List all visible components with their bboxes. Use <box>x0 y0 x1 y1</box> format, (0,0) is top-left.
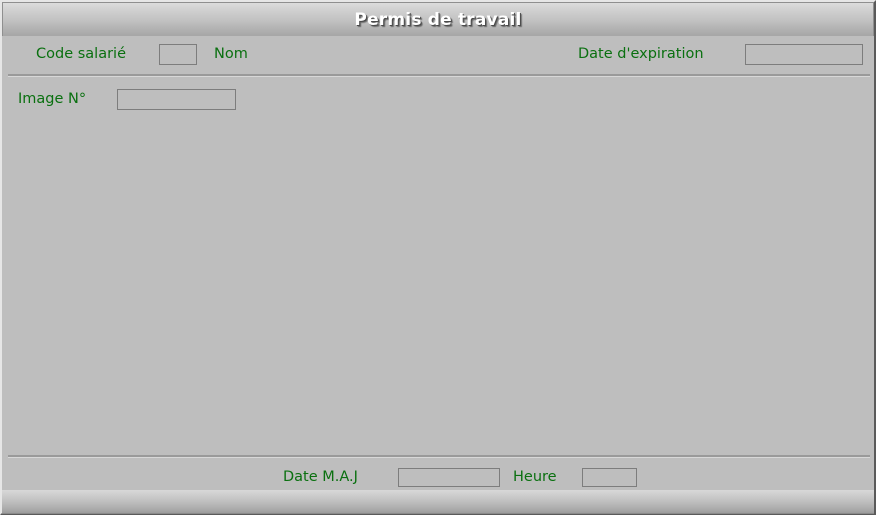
window-titlebar: Permis de travail <box>2 2 874 36</box>
date-maj-input[interactable] <box>398 468 500 487</box>
header-section <box>2 36 874 74</box>
window-status-bar <box>2 490 874 514</box>
header-divider <box>8 74 870 77</box>
image-number-label: Image N° <box>18 91 87 107</box>
nom-label: Nom <box>214 46 248 62</box>
code-salarie-label: Code salarié <box>36 46 126 62</box>
heure-label: Heure <box>513 469 557 485</box>
header-content <box>2 36 874 74</box>
code-salarie-input[interactable] <box>159 44 197 65</box>
date-expiration-input[interactable] <box>745 44 863 65</box>
body-panel <box>2 78 874 455</box>
heure-input[interactable] <box>582 468 637 487</box>
date-maj-label: Date M.A.J <box>283 469 358 485</box>
window-title: Permis de travail <box>354 9 522 30</box>
date-expiration-label: Date d'expiration <box>578 46 704 62</box>
permis-de-travail-window: Permis de travail Code salarié Nom Date … <box>0 0 876 515</box>
image-number-input[interactable] <box>117 89 236 110</box>
